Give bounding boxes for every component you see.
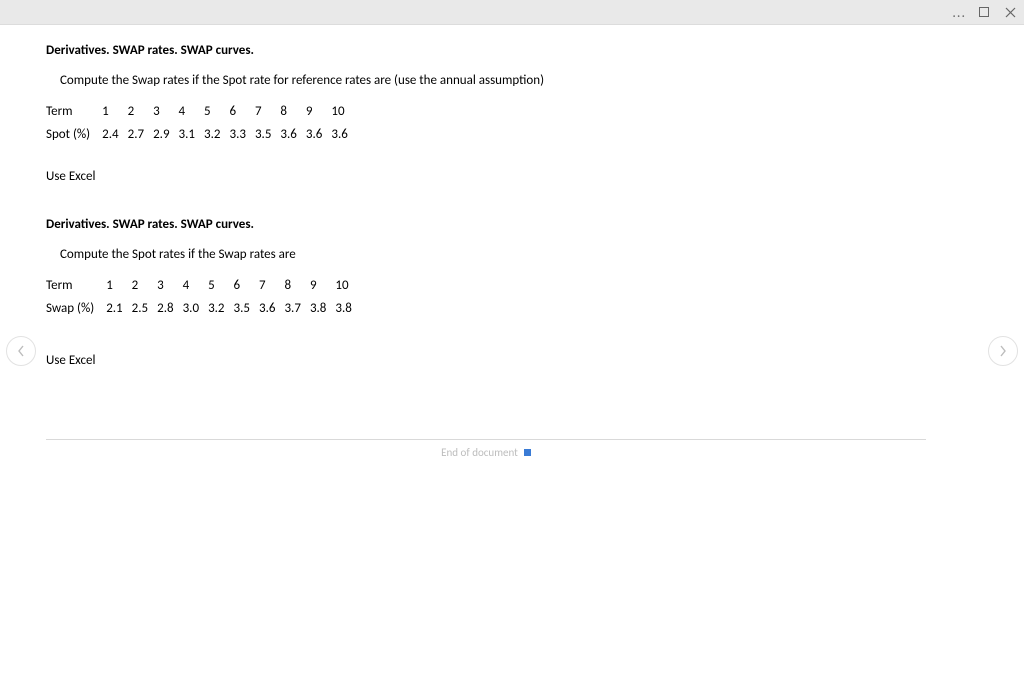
document-body: Derivatives. SWAP rates. SWAP curves. Co… xyxy=(0,25,1024,464)
end-of-document: End of document xyxy=(46,439,926,464)
section2-table: Term 1 2 3 4 5 6 7 8 9 10 Swap (%) 2.1 2… xyxy=(46,274,361,320)
next-page-button[interactable] xyxy=(988,336,1018,366)
end-marker-icon xyxy=(524,449,531,456)
term-label: Term xyxy=(46,100,102,123)
table-row: Term 1 2 3 4 5 6 7 8 9 10 xyxy=(46,100,357,123)
maximize-icon[interactable] xyxy=(974,2,994,22)
table-row: Spot (%) 2.4 2.7 2.9 3.1 3.2 3.3 3.5 3.6… xyxy=(46,123,357,146)
section1-heading: Derivatives. SWAP rates. SWAP curves. xyxy=(46,43,978,58)
spot-label: Spot (%) xyxy=(46,123,102,146)
close-icon[interactable] xyxy=(1000,2,1020,22)
term-label: Term xyxy=(46,274,106,297)
more-menu[interactable]: ... xyxy=(952,4,968,21)
section1-footer: Use Excel xyxy=(46,168,978,186)
table-row: Swap (%) 2.1 2.5 2.8 3.0 3.2 3.5 3.6 3.7… xyxy=(46,297,361,320)
section2-heading: Derivatives. SWAP rates. SWAP curves. xyxy=(46,217,978,232)
table-row: Term 1 2 3 4 5 6 7 8 9 10 xyxy=(46,274,361,297)
section2-prompt: Compute the Spot rates if the Swap rates… xyxy=(46,246,978,264)
section1-prompt: Compute the Swap rates if the Spot rate … xyxy=(46,72,580,90)
section1-table: Term 1 2 3 4 5 6 7 8 9 10 Spot (%) 2.4 2… xyxy=(46,100,357,146)
section2-footer: Use Excel xyxy=(46,352,978,370)
prev-page-button[interactable] xyxy=(6,336,36,366)
titlebar: ... xyxy=(0,0,1024,25)
swap-label: Swap (%) xyxy=(46,297,106,320)
end-of-document-label: End of document xyxy=(441,446,518,459)
